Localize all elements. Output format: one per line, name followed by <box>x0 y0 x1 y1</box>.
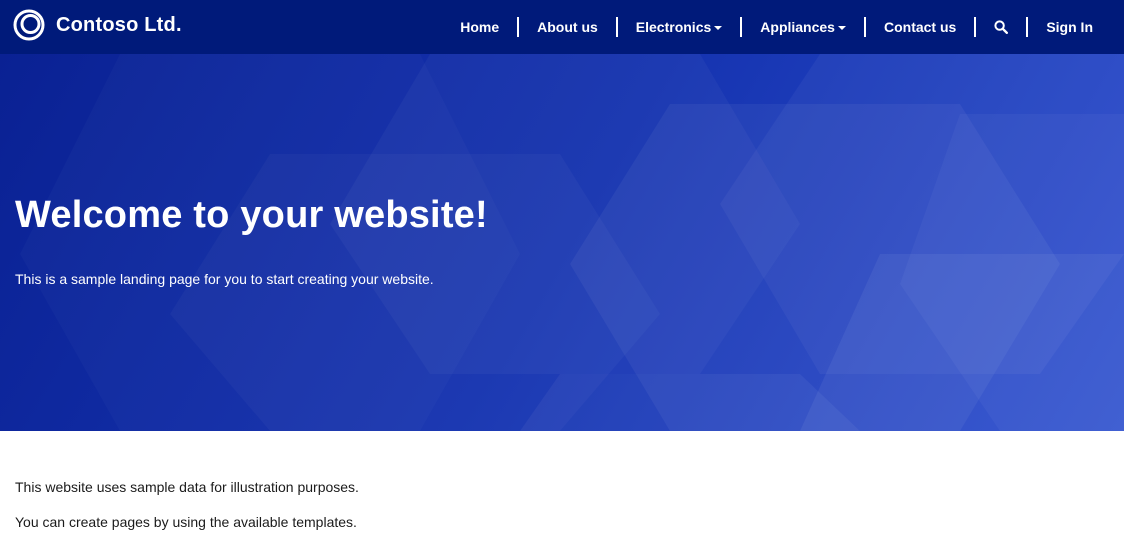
search-icon <box>994 20 1009 34</box>
content-paragraph: You can create pages by using the availa… <box>15 514 357 530</box>
hexagon-background-pattern <box>520 54 1124 431</box>
nav-about-us[interactable]: About us <box>519 17 616 37</box>
nav-home[interactable]: Home <box>442 17 517 37</box>
top-navbar: Contoso Ltd. Home About us Electronics A… <box>0 0 1124 54</box>
nav-electronics-label: Electronics <box>635 19 712 35</box>
nav-electronics-dropdown[interactable]: Electronics <box>618 17 740 37</box>
brand-link[interactable]: Contoso Ltd. <box>13 9 182 41</box>
caret-down-icon <box>837 26 846 30</box>
content-paragraph: This website uses sample data for illust… <box>15 479 359 495</box>
search-button[interactable] <box>976 17 1026 37</box>
nav-contact-us[interactable]: Contact us <box>866 17 974 37</box>
hero-title: Welcome to your website! <box>15 194 488 236</box>
brand-name: Contoso Ltd. <box>56 13 182 36</box>
caret-down-icon <box>714 26 723 30</box>
nav-appliances-label: Appliances <box>760 19 835 35</box>
sign-in-link[interactable]: Sign In <box>1028 17 1111 37</box>
nav-appliances-dropdown[interactable]: Appliances <box>742 17 864 37</box>
hero-banner: Welcome to your website! This is a sampl… <box>0 54 1124 431</box>
hero-subtitle: This is a sample landing page for you to… <box>15 271 434 287</box>
contoso-logo-icon <box>13 9 45 41</box>
main-nav: Home About us Electronics Appliances Con… <box>442 0 1111 54</box>
main-content: This website uses sample data for illust… <box>15 478 359 531</box>
